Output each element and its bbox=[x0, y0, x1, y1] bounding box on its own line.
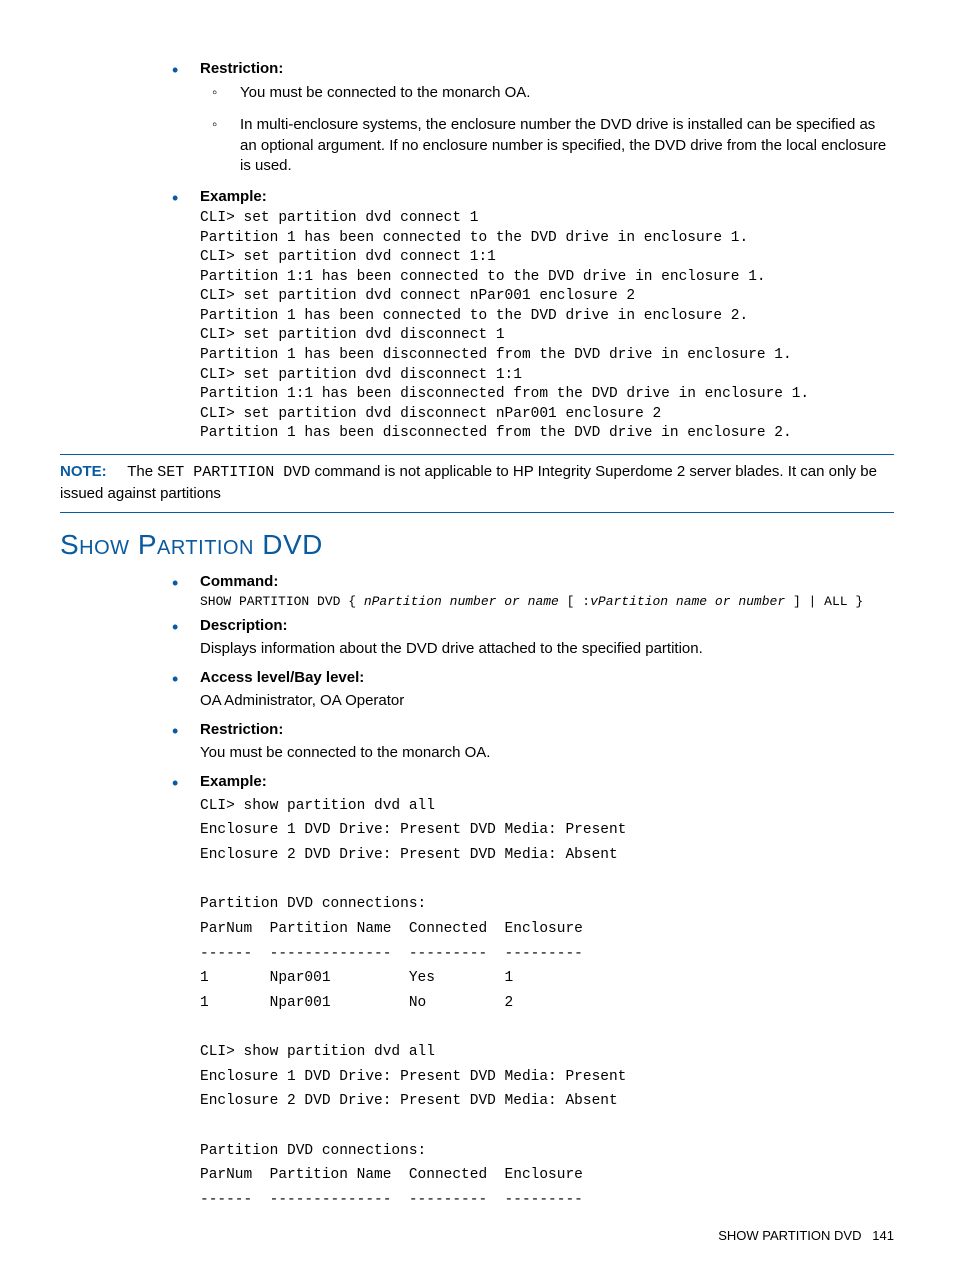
example-item-2: Example: CLI> show partition dvd all Enc… bbox=[160, 773, 894, 1213]
description-item: Description: Displays information about … bbox=[160, 617, 894, 659]
restriction-text-2: You must be connected to the monarch OA. bbox=[200, 742, 894, 763]
cmd-suffix: ] | ALL } bbox=[785, 594, 863, 609]
page: Restriction: You must be connected to th… bbox=[0, 0, 954, 1271]
cmd-prefix: SHOW PARTITION DVD { bbox=[200, 594, 364, 609]
note-label: NOTE: bbox=[60, 463, 107, 480]
restriction-label-2: Restriction: bbox=[200, 721, 283, 738]
note-rule-top bbox=[60, 454, 894, 455]
note-code: SET PARTITION DVD bbox=[157, 464, 310, 481]
section-heading: Show Partition DVD bbox=[60, 529, 894, 561]
top-bullet-list: Restriction: You must be connected to th… bbox=[160, 60, 894, 444]
footer-page-number: 141 bbox=[872, 1228, 894, 1243]
command-syntax: SHOW PARTITION DVD { nPartition number o… bbox=[200, 594, 894, 609]
access-text: OA Administrator, OA Operator bbox=[200, 690, 894, 711]
restriction-subitem: In multi-enclosure systems, the enclosur… bbox=[200, 115, 894, 176]
note-block: NOTE: The SET PARTITION DVD command is n… bbox=[60, 461, 894, 504]
command-item: Command: SHOW PARTITION DVD { nPartition… bbox=[160, 573, 894, 609]
restriction-label: Restriction: bbox=[200, 60, 283, 77]
restriction-text: You must be connected to the monarch OA. bbox=[240, 84, 530, 101]
example-item: Example: CLI> set partition dvd connect … bbox=[160, 188, 894, 444]
restriction-item: Restriction: You must be connected to th… bbox=[160, 60, 894, 176]
access-label: Access level/Bay level: bbox=[200, 669, 364, 686]
access-item: Access level/Bay level: OA Administrator… bbox=[160, 669, 894, 711]
note-text-pre: The bbox=[127, 463, 157, 480]
section-bullet-list: Command: SHOW PARTITION DVD { nPartition… bbox=[160, 573, 894, 1213]
restriction-subitem: You must be connected to the monarch OA. bbox=[200, 83, 894, 103]
cmd-arg2: vPartition name or number bbox=[590, 594, 785, 609]
restriction-text: In multi-enclosure systems, the enclosur… bbox=[240, 116, 886, 174]
example-code-block-2: CLI> show partition dvd all Enclosure 1 … bbox=[200, 794, 894, 1213]
footer-title: SHOW PARTITION DVD bbox=[718, 1228, 861, 1243]
cmd-arg1: nPartition number or name bbox=[364, 594, 559, 609]
command-label: Command: bbox=[200, 573, 278, 590]
note-rule-bottom bbox=[60, 512, 894, 513]
example-code-block: CLI> set partition dvd connect 1 Partiti… bbox=[200, 209, 894, 444]
description-label: Description: bbox=[200, 617, 288, 634]
restriction-sublist: You must be connected to the monarch OA.… bbox=[200, 83, 894, 176]
example-label-2: Example: bbox=[200, 773, 267, 790]
page-footer: SHOW PARTITION DVD 141 bbox=[718, 1228, 894, 1243]
example-label: Example: bbox=[200, 188, 267, 205]
description-text: Displays information about the DVD drive… bbox=[200, 638, 894, 659]
cmd-mid: [ : bbox=[559, 594, 590, 609]
restriction-item-2: Restriction: You must be connected to th… bbox=[160, 721, 894, 763]
